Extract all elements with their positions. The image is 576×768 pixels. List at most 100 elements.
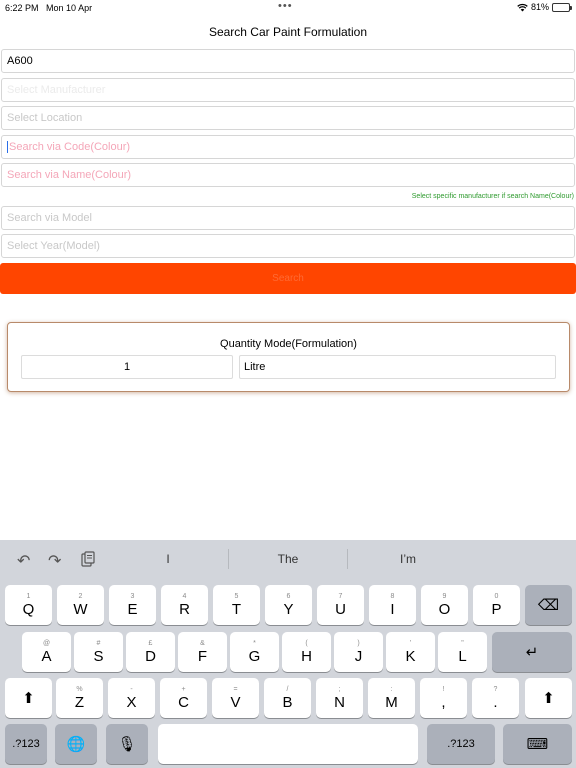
key-secondary-label: *: [253, 639, 256, 647]
key-label: B: [282, 693, 293, 711]
manufacturer-select-field[interactable]: Select Manufacturer: [1, 78, 575, 102]
time-text: 6:22 PM: [5, 3, 39, 13]
key-p[interactable]: 0P: [473, 585, 520, 625]
quantity-title: Quantity Mode(Formulation): [220, 338, 357, 350]
key-label: U: [335, 600, 346, 618]
key-secondary-label: @: [42, 639, 51, 647]
key-l[interactable]: " L: [438, 632, 487, 672]
key-label: C: [178, 693, 189, 711]
key-f[interactable]: & F: [178, 632, 227, 672]
key-secondary-label: 2: [78, 592, 83, 600]
key-x[interactable]: -X: [108, 678, 155, 718]
search-button[interactable]: Search: [0, 263, 576, 294]
quantity-amount-field[interactable]: 1: [21, 355, 233, 379]
location-select-field[interactable]: Select Location: [1, 106, 575, 130]
undo-icon[interactable]: ↶: [17, 551, 30, 571]
key-d[interactable]: £ D: [126, 632, 175, 672]
key-secondary-label: 3: [130, 592, 135, 600]
key-period[interactable]: ?.: [472, 678, 519, 718]
key-label: R: [179, 600, 190, 618]
key-secondary-label: %: [76, 685, 83, 693]
battery-icon: [552, 2, 572, 12]
manufacturer-field[interactable]: A600: [1, 49, 575, 73]
shift-key-right[interactable]: ⬆: [525, 678, 572, 718]
key-y[interactable]: 6Y: [265, 585, 312, 625]
redo-icon[interactable]: ↷: [48, 551, 61, 571]
suggestion-3[interactable]: I’m: [358, 552, 458, 566]
key-g[interactable]: * G: [230, 632, 279, 672]
space-key[interactable]: [158, 724, 418, 764]
name-search-input[interactable]: Search via Name(Colour): [1, 163, 575, 187]
key-u[interactable]: 7U: [317, 585, 364, 625]
key-secondary-label: 4: [182, 592, 187, 600]
name-placeholder: Search via Name(Colour): [7, 169, 132, 181]
key-i[interactable]: 8I: [369, 585, 416, 625]
hide-keyboard-key[interactable]: ⌨: [503, 724, 572, 764]
key-secondary-label: ): [357, 639, 360, 647]
key-z[interactable]: % Z: [56, 678, 103, 718]
key-v[interactable]: = V: [212, 678, 259, 718]
key-secondary-label: 9: [442, 592, 447, 600]
paste-icon[interactable]: [81, 551, 95, 570]
quantity-unit: Litre: [244, 361, 266, 373]
key-label: Z: [74, 693, 85, 711]
key-m[interactable]: :M: [368, 678, 415, 718]
key-r[interactable]: 4R: [161, 585, 208, 625]
key-comma[interactable]: !,: [420, 678, 467, 718]
globe-icon: 🌐: [66, 735, 86, 753]
key-label: A: [41, 647, 52, 665]
multitasking-dots[interactable]: •••: [278, 0, 293, 12]
key-label: .?123: [447, 738, 475, 750]
numbers-key-left[interactable]: .?123: [5, 724, 47, 764]
key-secondary-label: ": [461, 639, 464, 647]
model-search-input[interactable]: Search via Model: [1, 206, 575, 230]
key-label: Y: [283, 600, 294, 618]
key-label: Q: [22, 600, 35, 618]
key-label: D: [145, 647, 156, 665]
key-secondary-label: 5: [234, 592, 239, 600]
globe-key[interactable]: 🌐: [55, 724, 97, 764]
key-s[interactable]: # S: [74, 632, 123, 672]
model-placeholder: Search via Model: [7, 212, 92, 224]
key-k[interactable]: ’ K: [386, 632, 435, 672]
app-screen: 6:22 PM Mon 10 Apr ••• 81% Search Car Pa…: [0, 0, 576, 768]
key-q[interactable]: 1Q: [5, 585, 52, 625]
quantity-unit-field[interactable]: Litre: [239, 355, 556, 379]
shift-icon: ⬆: [542, 689, 555, 707]
key-label: H: [301, 647, 312, 665]
delete-key[interactable]: ⌫: [525, 585, 572, 625]
key-e[interactable]: 3E: [109, 585, 156, 625]
year-select-field[interactable]: Select Year(Model): [1, 234, 575, 258]
key-j[interactable]: ) J: [334, 632, 383, 672]
key-w[interactable]: 2W: [57, 585, 104, 625]
shift-key-left[interactable]: ⬆: [5, 678, 52, 718]
status-bar: 6:22 PM Mon 10 Apr ••• 81%: [0, 0, 576, 16]
key-o[interactable]: 9O: [421, 585, 468, 625]
key-secondary-label: +: [181, 685, 186, 693]
page-title: Search Car Paint Formulation: [208, 25, 368, 39]
key-t[interactable]: 5T: [213, 585, 260, 625]
return-key[interactable]: ↵: [492, 632, 572, 672]
numbers-key-right[interactable]: .?123: [427, 724, 495, 764]
key-b[interactable]: / B: [264, 678, 311, 718]
key-secondary-label: 7: [338, 592, 343, 600]
key-h[interactable]: (H: [282, 632, 331, 672]
return-icon: ↵: [525, 643, 539, 661]
code-placeholder: Search via Code(Colour): [9, 141, 131, 153]
manufacturer-hint: Select specific manufacturer if search N…: [411, 193, 574, 200]
key-secondary-label: :: [390, 685, 393, 693]
key-a[interactable]: @ A: [22, 632, 71, 672]
key-secondary-label: 1: [26, 592, 31, 600]
status-right: 81%: [517, 2, 572, 12]
dictation-key[interactable]: 🎙: [106, 724, 148, 764]
key-c[interactable]: + C: [160, 678, 207, 718]
key-secondary-label: (: [305, 639, 308, 647]
wifi-icon: [517, 3, 528, 11]
key-n[interactable]: ; N: [316, 678, 363, 718]
suggestion-2[interactable]: The: [238, 552, 338, 566]
code-search-input[interactable]: Search via Code(Colour): [1, 135, 575, 159]
key-secondary-label: /: [286, 685, 289, 693]
key-secondary-label: &: [200, 639, 205, 647]
key-label: T: [231, 600, 242, 618]
suggestion-1[interactable]: I: [118, 552, 218, 566]
